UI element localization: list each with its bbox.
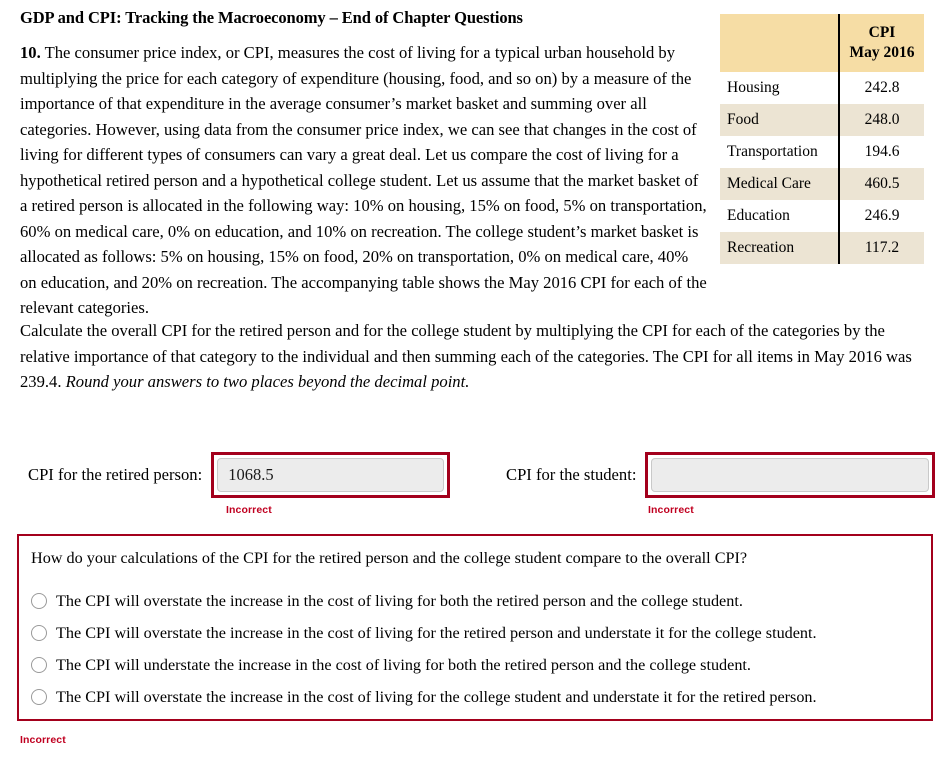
question-text: The consumer price index, or CPI, measur… <box>20 43 707 317</box>
mc-option-1[interactable]: The CPI will overstate the increase in t… <box>31 617 921 649</box>
instructions-rounding-note: Round your answers to two places beyond … <box>65 372 470 391</box>
mc-option-label: The CPI will overstate the increase in t… <box>56 592 743 610</box>
retired-input-outline <box>211 452 451 498</box>
mc-option-0[interactable]: The CPI will overstate the increase in t… <box>31 585 921 617</box>
header-value-line2: May 2016 <box>849 44 915 61</box>
retired-answer-label: CPI for the retired person: <box>28 465 203 484</box>
radio-button-icon[interactable] <box>31 625 47 641</box>
answer-row-student: CPI for the student: <box>506 452 936 498</box>
cpi-table-header: CPI May 2016 <box>720 14 924 72</box>
instructions-paragraph: Calculate the overall CPI for the retire… <box>20 318 932 395</box>
mc-option-label: The CPI will overstate the increase in t… <box>56 624 817 642</box>
table-row: Recreation 117.2 <box>720 232 924 264</box>
row-value: 117.2 <box>838 232 924 264</box>
table-row: Housing 242.8 <box>720 72 924 104</box>
question-number: 10. <box>20 43 41 62</box>
multiple-choice-feedback-incorrect: Incorrect <box>20 734 66 746</box>
row-category: Food <box>720 104 839 136</box>
student-feedback-incorrect: Incorrect <box>648 504 694 516</box>
header-value-column: CPI May 2016 <box>838 14 924 72</box>
row-category: Housing <box>720 72 839 104</box>
student-input-outline <box>645 452 936 498</box>
answer-row-retired: CPI for the retired person: <box>28 452 451 498</box>
row-category: Education <box>720 200 839 232</box>
row-value: 460.5 <box>838 168 924 200</box>
row-value: 242.8 <box>838 72 924 104</box>
row-value: 248.0 <box>838 104 924 136</box>
page-title: GDP and CPI: Tracking the Macroeconomy –… <box>20 8 523 27</box>
row-category: Medical Care <box>720 168 839 200</box>
table-row: Education 246.9 <box>720 200 924 232</box>
table-row: Transportation 194.6 <box>720 136 924 168</box>
cpi-table: CPI May 2016 Housing 242.8 Food 248.0 Tr… <box>720 14 924 264</box>
retired-answer-input[interactable] <box>217 458 445 492</box>
student-answer-input[interactable] <box>651 458 930 492</box>
mc-option-label: The CPI will overstate the increase in t… <box>56 688 817 706</box>
multiple-choice-box: How do your calculations of the CPI for … <box>17 534 933 721</box>
row-value: 194.6 <box>838 136 924 168</box>
row-category: Recreation <box>720 232 839 264</box>
retired-feedback-incorrect: Incorrect <box>226 504 272 516</box>
header-category-column <box>720 14 839 72</box>
student-answer-label: CPI for the student: <box>506 465 637 484</box>
multiple-choice-question: How do your calculations of the CPI for … <box>31 549 748 567</box>
cpi-table-container: CPI May 2016 Housing 242.8 Food 248.0 Tr… <box>720 14 924 264</box>
radio-button-icon[interactable] <box>31 689 47 705</box>
row-value: 246.9 <box>838 200 924 232</box>
table-row: Medical Care 460.5 <box>720 168 924 200</box>
header-value-line1: CPI <box>868 24 896 41</box>
cpi-table-body: Housing 242.8 Food 248.0 Transportation … <box>720 72 924 264</box>
radio-button-icon[interactable] <box>31 657 47 673</box>
table-header-row: CPI May 2016 <box>720 14 924 72</box>
row-category: Transportation <box>720 136 839 168</box>
mc-option-3[interactable]: The CPI will overstate the increase in t… <box>31 681 921 713</box>
mc-option-2[interactable]: The CPI will understate the increase in … <box>31 649 921 681</box>
multiple-choice-options: The CPI will overstate the increase in t… <box>31 585 921 713</box>
table-row: Food 248.0 <box>720 104 924 136</box>
mc-option-label: The CPI will understate the increase in … <box>56 656 751 674</box>
radio-button-icon[interactable] <box>31 593 47 609</box>
